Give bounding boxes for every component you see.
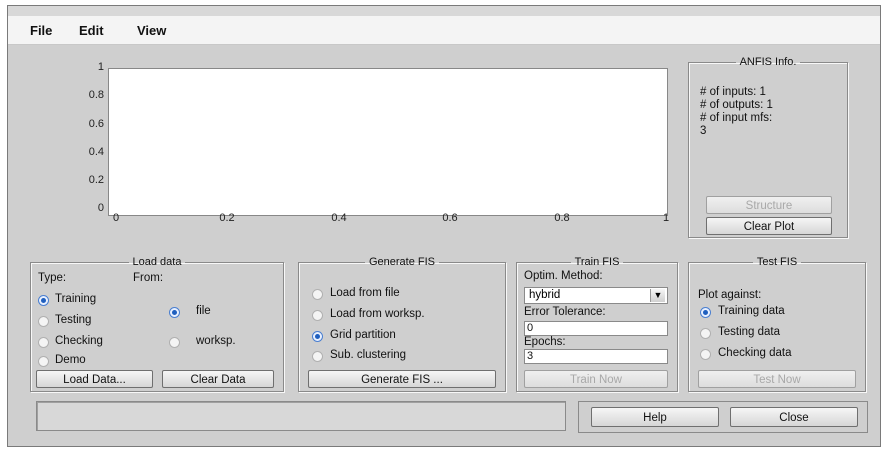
y-tick-label: 0.8 <box>88 89 104 101</box>
plot-area <box>108 68 668 216</box>
radio-checking[interactable] <box>38 337 49 348</box>
optim-method-label: Optim. Method: <box>524 270 603 282</box>
load-data-title: Load data <box>132 256 182 268</box>
optim-method-select[interactable]: hybrid ▼ <box>524 287 668 304</box>
train-now-button[interactable]: Train Now <box>524 370 668 388</box>
radio-load-from-worksp[interactable] <box>312 310 323 321</box>
from-label: From: <box>133 272 164 284</box>
x-tick-label: 1 <box>662 212 670 224</box>
type-label: Type: <box>38 272 67 284</box>
status-bar <box>36 401 566 431</box>
radio-workspace-label: worksp. <box>196 335 236 347</box>
train-fis-title: Train FIS <box>574 256 620 268</box>
radio-load-from-file-label: Load from file <box>330 287 400 299</box>
radio-training-data[interactable] <box>700 307 711 318</box>
epochs-input[interactable]: 3 <box>524 349 668 364</box>
load-data-button[interactable]: Load Data... <box>36 370 153 388</box>
epochs-label: Epochs: <box>524 336 566 348</box>
x-tick-label: 0.4 <box>331 212 347 224</box>
info-outputs: # of outputs: 1 <box>700 99 773 111</box>
y-tick-label: 0.6 <box>88 118 104 130</box>
y-tick-label: 1 <box>97 61 104 73</box>
info-inputs: # of inputs: 1 <box>700 86 766 98</box>
info-mfs-value: 3 <box>700 125 707 137</box>
generate-fis-title: Generate FIS <box>368 256 436 268</box>
radio-file-label: file <box>196 305 211 317</box>
radio-sub-clustering-label: Sub. clustering <box>330 349 407 361</box>
anfis-editor-window: File Edit View 1 0.8 0.6 0.4 0.2 0 0 0.2… <box>7 5 881 447</box>
chevron-down-icon: ▼ <box>650 289 665 302</box>
y-tick-label: 0.4 <box>88 146 104 158</box>
error-tolerance-input[interactable]: 0 <box>524 321 668 336</box>
x-tick-label: 0.2 <box>219 212 235 224</box>
radio-testing-data-label: Testing data <box>718 326 781 338</box>
optim-method-value: hybrid <box>529 289 561 301</box>
radio-sub-clustering[interactable] <box>312 351 323 362</box>
radio-grid-partition[interactable] <box>312 331 323 342</box>
info-mfs-label: # of input mfs: <box>700 112 773 124</box>
radio-workspace[interactable] <box>169 337 180 348</box>
radio-load-from-file[interactable] <box>312 289 323 300</box>
menu-view[interactable]: View <box>137 23 166 38</box>
x-tick-label: 0.6 <box>442 212 458 224</box>
structure-button[interactable]: Structure <box>706 196 832 214</box>
error-tolerance-label: Error Tolerance: <box>524 306 606 318</box>
clear-data-button[interactable]: Clear Data <box>162 370 274 388</box>
radio-demo[interactable] <box>38 356 49 367</box>
generate-fis-button[interactable]: Generate FIS ... <box>308 370 496 388</box>
plot-against-label: Plot against: <box>698 289 762 301</box>
anfis-info-title: ANFIS Info. <box>739 56 797 68</box>
title-bar <box>8 6 880 16</box>
x-tick-label: 0 <box>112 212 120 224</box>
clear-plot-button[interactable]: Clear Plot <box>706 217 832 235</box>
radio-grid-partition-label: Grid partition <box>330 329 396 341</box>
radio-checking-label: Checking <box>55 335 103 347</box>
menu-edit[interactable]: Edit <box>79 23 104 38</box>
radio-training-label: Training <box>55 293 97 305</box>
radio-checking-data-label: Checking data <box>718 347 792 359</box>
help-button[interactable]: Help <box>591 407 719 427</box>
radio-testing-label: Testing <box>55 314 92 326</box>
radio-file[interactable] <box>169 307 180 318</box>
x-tick-label: 0.8 <box>554 212 570 224</box>
y-tick-label: 0 <box>97 202 104 214</box>
test-now-button[interactable]: Test Now <box>698 370 856 388</box>
menu-file[interactable]: File <box>30 23 52 38</box>
test-fis-title: Test FIS <box>756 256 798 268</box>
radio-checking-data[interactable] <box>700 349 711 360</box>
radio-training[interactable] <box>38 295 49 306</box>
radio-testing[interactable] <box>38 316 49 327</box>
radio-testing-data[interactable] <box>700 328 711 339</box>
close-button[interactable]: Close <box>730 407 858 427</box>
radio-training-data-label: Training data <box>718 305 785 317</box>
radio-demo-label: Demo <box>55 354 86 366</box>
radio-load-from-worksp-label: Load from worksp. <box>330 308 425 320</box>
menu-bar: File Edit View <box>8 16 880 45</box>
y-tick-label: 0.2 <box>88 174 104 186</box>
